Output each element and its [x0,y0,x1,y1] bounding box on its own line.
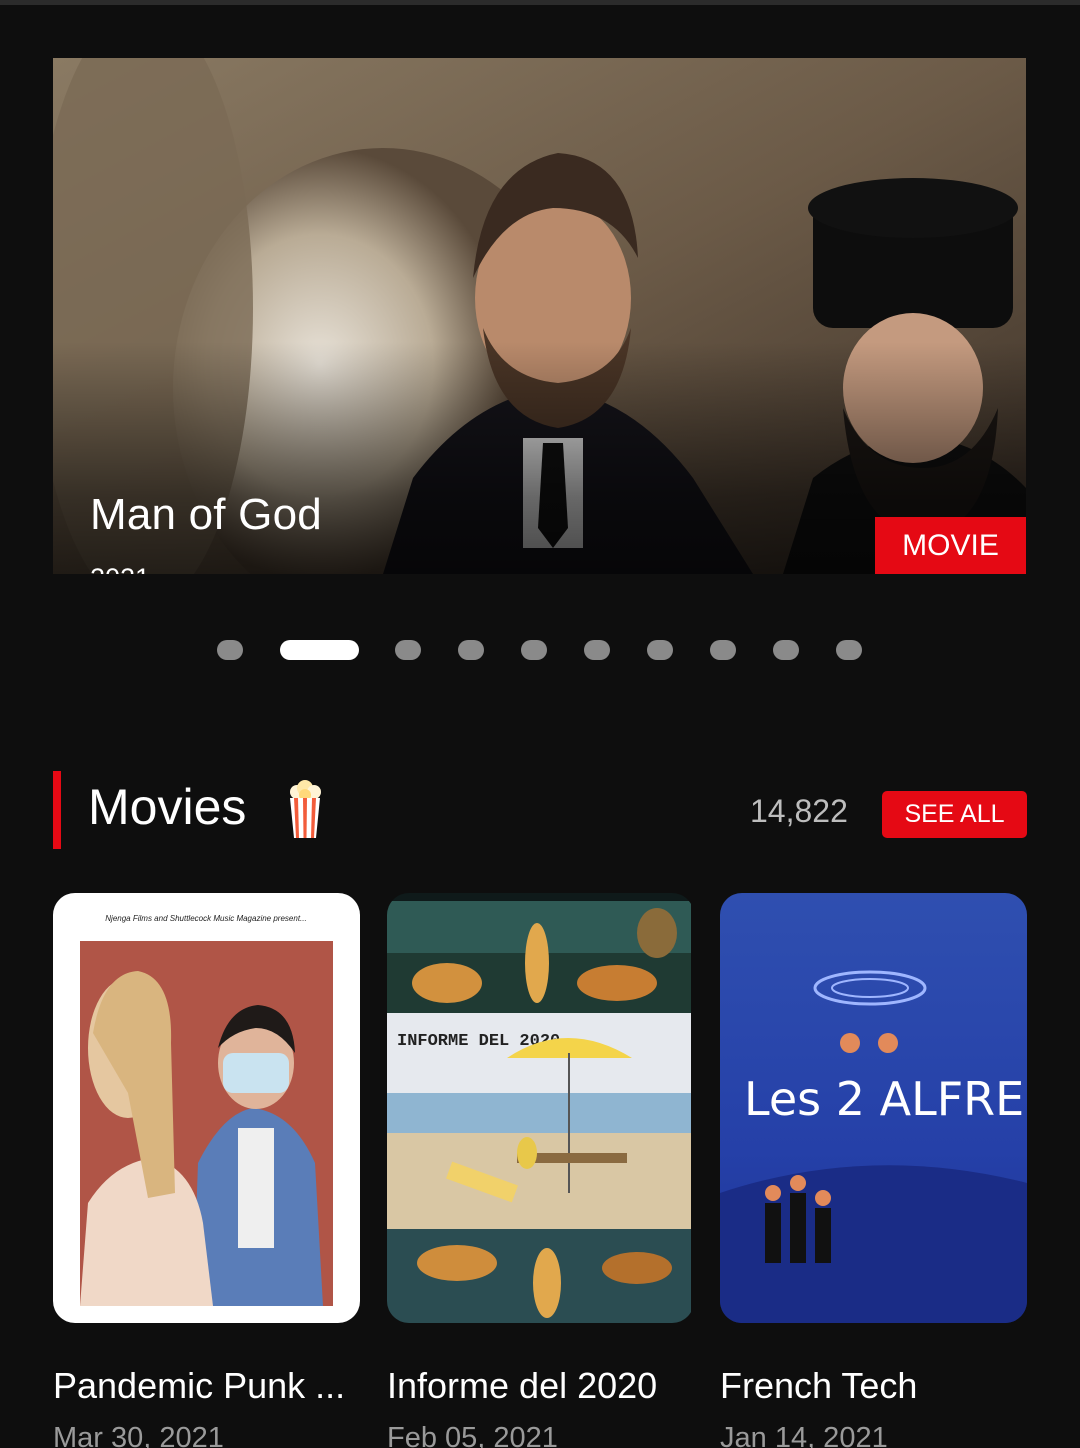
carousel-dot[interactable] [647,640,673,660]
card-title[interactable]: Pandemic Punk ... [53,1365,345,1407]
carousel-dot[interactable] [773,640,799,660]
section-title: Movies [88,779,247,835]
poster-image: Njenga Films and Shuttlecock Music Magaz… [53,893,360,1323]
section-accent-bar [53,771,61,849]
hero-title: Man of God [90,490,322,539]
poster-title-text: Les 2 ALFRED [744,1072,1027,1126]
popcorn-icon [290,780,321,838]
movie-card-poster[interactable]: INFORME DEL 2020 [387,893,694,1323]
top-divider [0,0,1080,5]
card-date: Feb 05, 2021 [387,1422,558,1448]
carousel-dot[interactable] [836,640,862,660]
card-date: Jan 14, 2021 [720,1422,888,1448]
carousel-dot[interactable] [395,640,421,660]
card-date: Mar 30, 2021 [53,1422,224,1448]
carousel-dot[interactable] [458,640,484,660]
poster-header-text: Njenga Films and Shuttlecock Music Magaz… [105,914,306,923]
carousel-dot[interactable] [584,640,610,660]
hero-type-badge: MOVIE [875,517,1026,574]
movie-card-poster[interactable]: Les 2 ALFRED [720,893,1027,1323]
carousel-pagination [0,640,1080,660]
hero-year: 2021 [90,563,150,574]
see-all-button[interactable]: SEE ALL [882,791,1027,838]
hero-banner[interactable]: Man of God 2021 MOVIE [53,58,1026,574]
card-title[interactable]: Informe del 2020 [387,1365,657,1407]
card-title[interactable]: French Tech [720,1365,917,1407]
poster-image: Les 2 ALFRED [720,893,1027,1323]
carousel-dot[interactable] [710,640,736,660]
movies-count: 14,822 [750,793,848,829]
poster-image: INFORME DEL 2020 [387,893,691,1323]
movie-card-poster[interactable]: Njenga Films and Shuttlecock Music Magaz… [53,893,360,1323]
carousel-dot[interactable] [521,640,547,660]
carousel-dot[interactable] [217,640,243,660]
carousel-dot-active[interactable] [280,640,359,660]
